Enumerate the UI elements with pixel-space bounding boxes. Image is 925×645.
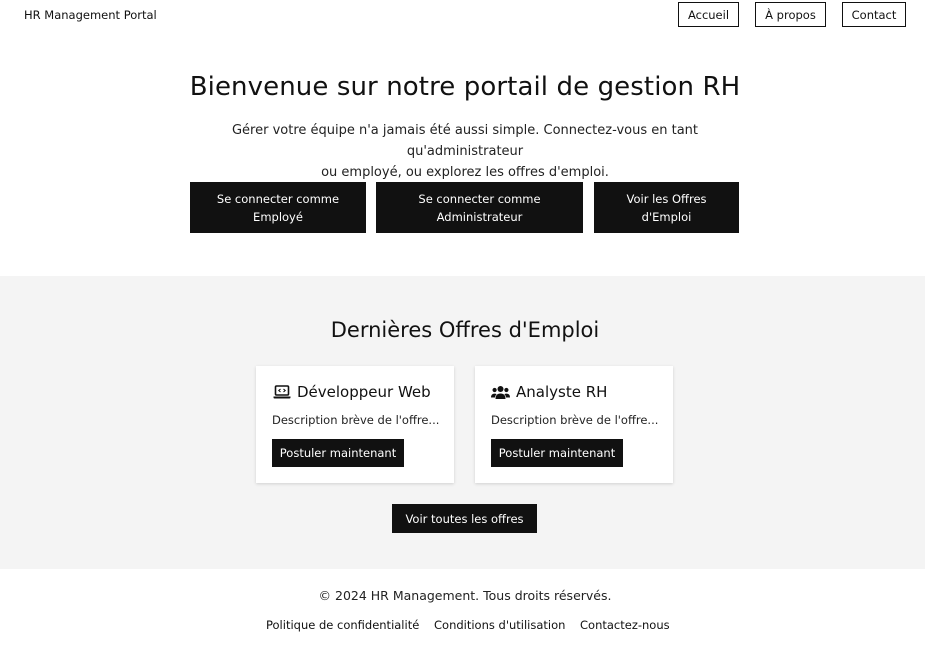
nav-accueil-button[interactable]: Accueil (678, 2, 739, 27)
job-title: Analyste RH (516, 383, 608, 401)
job-offers-title: Dernières Offres d'Emploi (330, 318, 600, 342)
users-icon (491, 384, 510, 400)
apply-now-button[interactable]: Postuler maintenant (491, 439, 623, 467)
login-employee-label-line-2: Employé (253, 209, 303, 224)
nav-a-propos-button[interactable]: À propos (755, 2, 826, 27)
login-admin-label-line-1: Se connecter comme (418, 191, 541, 206)
job-title: Développeur Web (297, 383, 431, 401)
hero-description-line-2: ou employé, ou explorez les offres d'emp… (321, 165, 609, 180)
view-job-offers-label: Voir les Offres d'Emploi (626, 190, 706, 226)
login-employee-label: Se connecter comme Employé (217, 190, 339, 226)
job-card-web-developer: Développeur Web Description brève de l'o… (256, 366, 454, 483)
job-offers-section: Dernières Offres d'Emploi Développeur We… (0, 276, 925, 569)
view-job-offers-button[interactable]: Voir les Offres d'Emploi (594, 182, 739, 233)
job-description: Description brève de l'offre... (272, 413, 440, 427)
footer-link-contact[interactable]: Contactez-nous (580, 618, 670, 632)
view-job-offers-label-line-1: Voir les Offres (626, 191, 707, 206)
job-card-header: Analyste RH (491, 383, 607, 401)
hero-description: Gérer votre équipe n'a jamais été aussi … (180, 120, 750, 183)
login-admin-label: Se connecter comme Administrateur (418, 190, 540, 226)
login-admin-label-line-2: Administrateur (436, 209, 523, 224)
view-all-offers-button[interactable]: Voir toutes les offres (392, 504, 537, 533)
job-description: Description brève de l'offre... (491, 413, 659, 427)
nav-contact-button[interactable]: Contact (842, 2, 906, 27)
footer-link-privacy[interactable]: Politique de confidentialité (266, 618, 419, 632)
laptop-code-icon (272, 384, 291, 400)
view-job-offers-label-line-2: d'Emploi (641, 209, 692, 224)
footer-copyright: © 2024 HR Management. Tous droits réserv… (318, 588, 612, 603)
footer-link-terms[interactable]: Conditions d'utilisation (434, 618, 565, 632)
apply-now-button[interactable]: Postuler maintenant (272, 439, 404, 467)
brand-title[interactable]: HR Management Portal (24, 8, 157, 22)
job-card-header: Développeur Web (272, 383, 431, 401)
job-card-hr-analyst: Analyste RH Description brève de l'offre… (475, 366, 673, 483)
top-navbar: HR Management Portal Accueil À propos Co… (0, 0, 925, 30)
login-admin-button[interactable]: Se connecter comme Administrateur (376, 182, 583, 233)
login-employee-label-line-1: Se connecter comme (216, 191, 340, 206)
hero-title: Bienvenue sur notre portail de gestion R… (189, 72, 741, 102)
login-employee-button[interactable]: Se connecter comme Employé (190, 182, 366, 233)
hero-description-line-1: Gérer votre équipe n'a jamais été aussi … (231, 123, 699, 159)
